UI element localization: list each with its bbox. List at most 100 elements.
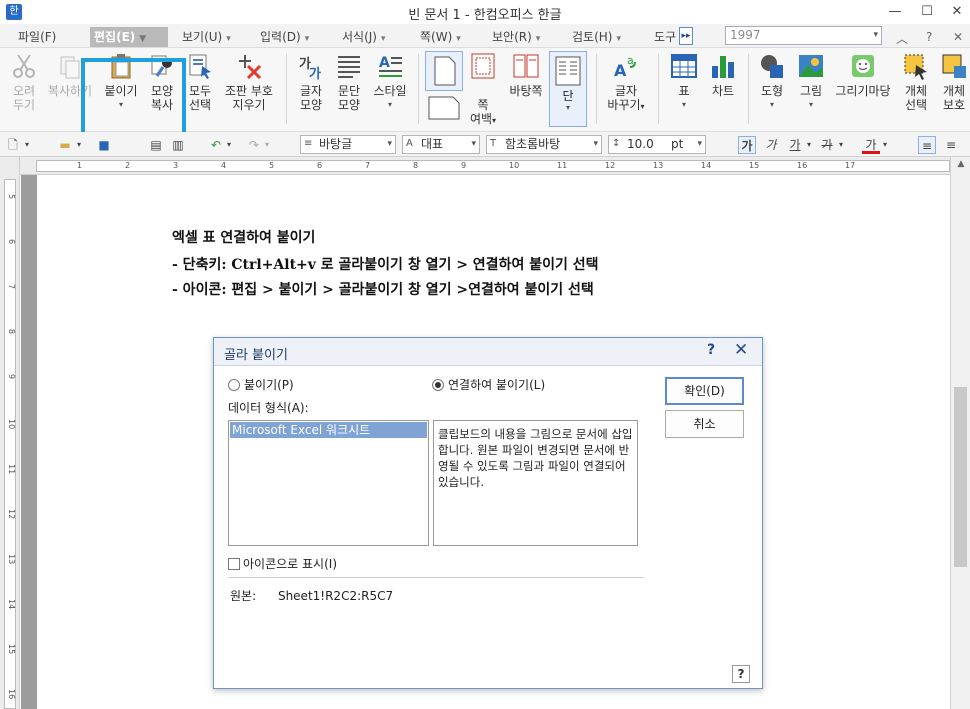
menu-page[interactable]: 쪽(W) ▾: [416, 27, 465, 47]
ruler-strip: 1 2 3 4 5 6 7 8 9 10 11 12 13 14 15 16 17: [36, 160, 950, 172]
bold-button[interactable]: 가: [738, 136, 756, 154]
collapse-ribbon-icon[interactable]: ︿: [896, 30, 908, 47]
chevron-down-icon[interactable]: ▾: [804, 136, 814, 154]
chevron-down-icon: ▾: [873, 30, 878, 40]
close-icon[interactable]: ✕: [942, 2, 970, 22]
menu-edit[interactable]: 편집(E) ▼: [90, 27, 168, 47]
ruler-number: 8: [413, 161, 419, 170]
scroll-up-icon[interactable]: ▲: [951, 159, 970, 169]
search-combo[interactable]: 1997 ▾: [725, 26, 882, 45]
doc-line-icon: - 아이콘: 편집 > 붙이기 > 골라붙이기 창 열기 >연결하여 붙이기 선…: [172, 282, 594, 298]
new-doc-icon[interactable]: 🗋: [4, 136, 22, 154]
close-doc-icon[interactable]: ✕: [953, 30, 963, 44]
ruler-number: 5: [269, 161, 275, 170]
landscape-button[interactable]: [428, 96, 462, 122]
italic-button[interactable]: 가: [762, 136, 780, 154]
list-item[interactable]: Microsoft Excel 워크시트: [230, 422, 427, 438]
redo-icon[interactable]: ↷: [246, 136, 262, 154]
menu-security[interactable]: 보안(R) ▾: [488, 27, 544, 47]
minimize-icon[interactable]: —: [880, 2, 910, 22]
menu-view[interactable]: 보기(U) ▾: [178, 27, 235, 47]
column-button[interactable]: 단 ▾: [549, 51, 587, 127]
menu-file[interactable]: 파일(F): [14, 27, 60, 47]
more-menu-icon[interactable]: ▸▸: [679, 27, 693, 45]
help-button[interactable]: ?: [732, 665, 750, 683]
chevron-down-icon[interactable]: ▾: [22, 136, 32, 154]
char-shape-button[interactable]: 가가 글자 모양: [294, 52, 328, 112]
para-shape-button[interactable]: 문단 모양: [332, 52, 366, 112]
shape-button[interactable]: 도형 ▾: [754, 52, 790, 112]
cancel-button[interactable]: 취소: [665, 410, 744, 438]
ruler-number: 6: [317, 161, 323, 170]
preview-icon[interactable]: ▥: [170, 136, 186, 154]
divider: [228, 577, 644, 578]
title-bar: 한 빈 문서 1 - 한컴오피스 한글 — ☐ ✕: [0, 0, 970, 24]
vertical-scrollbar[interactable]: ▲: [950, 157, 970, 709]
chart-button[interactable]: 차트: [706, 52, 740, 98]
master-page-icon: [513, 54, 539, 78]
ruler-number: 15: [749, 161, 760, 170]
page-margin-button[interactable]: 쪽 여백▾: [466, 52, 500, 128]
menu-format[interactable]: 서식(J) ▾: [338, 27, 390, 47]
underline-button[interactable]: 가: [786, 136, 804, 154]
radio-on-icon: [432, 379, 444, 391]
horizontal-ruler[interactable]: 1 2 3 4 5 6 7 8 9 10 11 12 13 14 15 16 17: [20, 157, 950, 175]
ribbon-separator: [748, 54, 749, 124]
font-color-button[interactable]: 가: [862, 136, 880, 154]
doc-line-shortcut: - 단축키: Ctrl+Alt+v 로 골라붙이기 창 열기 > 연결하여 붙이…: [172, 257, 599, 273]
replace-char-button[interactable]: Aa 글자 바꾸기▾: [602, 52, 650, 114]
chevron-down-icon[interactable]: ▾: [224, 136, 234, 154]
description-box: 클립보드의 내용을 그림으로 문서에 삽입합니다. 원본 파일이 변경되면 문서…: [433, 420, 638, 546]
save-icon[interactable]: ■: [96, 136, 112, 154]
maximize-icon[interactable]: ☐: [912, 2, 942, 22]
object-select-button[interactable]: 개체 선택: [898, 52, 934, 112]
font-combo[interactable]: T 함초롬바탕 ▾: [486, 135, 602, 154]
radio-off-icon: [228, 379, 240, 391]
ruler-number: 17: [845, 161, 856, 170]
menu-tools[interactable]: 도구: [650, 27, 680, 47]
align-left-icon[interactable]: ≡: [942, 136, 960, 154]
paste-link-radio[interactable]: 연결하여 붙이기(L): [432, 376, 545, 393]
cut-button[interactable]: 오려 두기: [6, 52, 42, 112]
ok-button[interactable]: 확인(D): [665, 377, 744, 405]
object-protect-button[interactable]: 개체 보호: [938, 52, 970, 112]
strikethrough-button[interactable]: 가: [818, 136, 836, 154]
chevron-down-icon[interactable]: ▾: [836, 136, 846, 154]
ruler-number: 7: [365, 161, 371, 170]
data-format-list[interactable]: Microsoft Excel 워크시트: [228, 420, 429, 546]
help-icon[interactable]: ?: [707, 342, 715, 358]
align-justify-icon[interactable]: ≡: [918, 136, 936, 154]
font-language-combo[interactable]: A 대표 ▾: [402, 135, 480, 154]
display-as-icon-checkbox[interactable]: 아이콘으로 표시(I): [228, 555, 337, 572]
clear-markup-button[interactable]: 조판 부호 지우기: [220, 52, 278, 112]
chevron-down-icon[interactable]: ▾: [880, 136, 890, 154]
chevron-down-icon: ▾: [640, 102, 645, 111]
menu-review[interactable]: 검토(H) ▾: [568, 27, 625, 47]
menu-insert[interactable]: 입력(D) ▾: [256, 27, 313, 47]
ruler-number: 6: [7, 239, 16, 245]
scrollbar-thumb[interactable]: [954, 387, 967, 567]
drawing-gallery-button[interactable]: 그리기마당: [832, 52, 894, 98]
paste-radio[interactable]: 붙이기(P): [228, 376, 294, 393]
select-all-button[interactable]: 모두 선택: [184, 52, 216, 112]
style-button[interactable]: A 스타일 ▾: [370, 52, 410, 112]
open-folder-icon[interactable]: ▬: [56, 136, 74, 154]
close-icon[interactable]: ✕: [734, 340, 748, 360]
style-combo[interactable]: ≡ 바탕글 ▾: [300, 135, 396, 154]
print-icon[interactable]: ▤: [148, 136, 164, 154]
master-page-button[interactable]: 바탕쪽: [506, 52, 546, 98]
ruler-number: 9: [461, 161, 467, 170]
ruler-number: 16: [7, 689, 16, 700]
help-icon[interactable]: ?: [926, 30, 932, 44]
table-button[interactable]: 표 ▾: [666, 52, 702, 112]
font-size-combo[interactable]: ↕ 10.0 pt ▾: [608, 135, 706, 154]
chevron-down-icon: ▾: [565, 103, 570, 112]
chevron-down-icon[interactable]: ▾: [74, 136, 84, 154]
ruler-number: 1: [77, 161, 83, 170]
picture-button[interactable]: 그림 ▾: [794, 52, 828, 112]
ruler-number: 16: [797, 161, 808, 170]
chevron-down-icon[interactable]: ▾: [262, 136, 272, 154]
portrait-button[interactable]: [425, 51, 463, 91]
undo-icon[interactable]: ↶: [208, 136, 224, 154]
vertical-ruler[interactable]: 5 6 7 8 9 10 11 12 13 14 15 16: [0, 157, 20, 709]
